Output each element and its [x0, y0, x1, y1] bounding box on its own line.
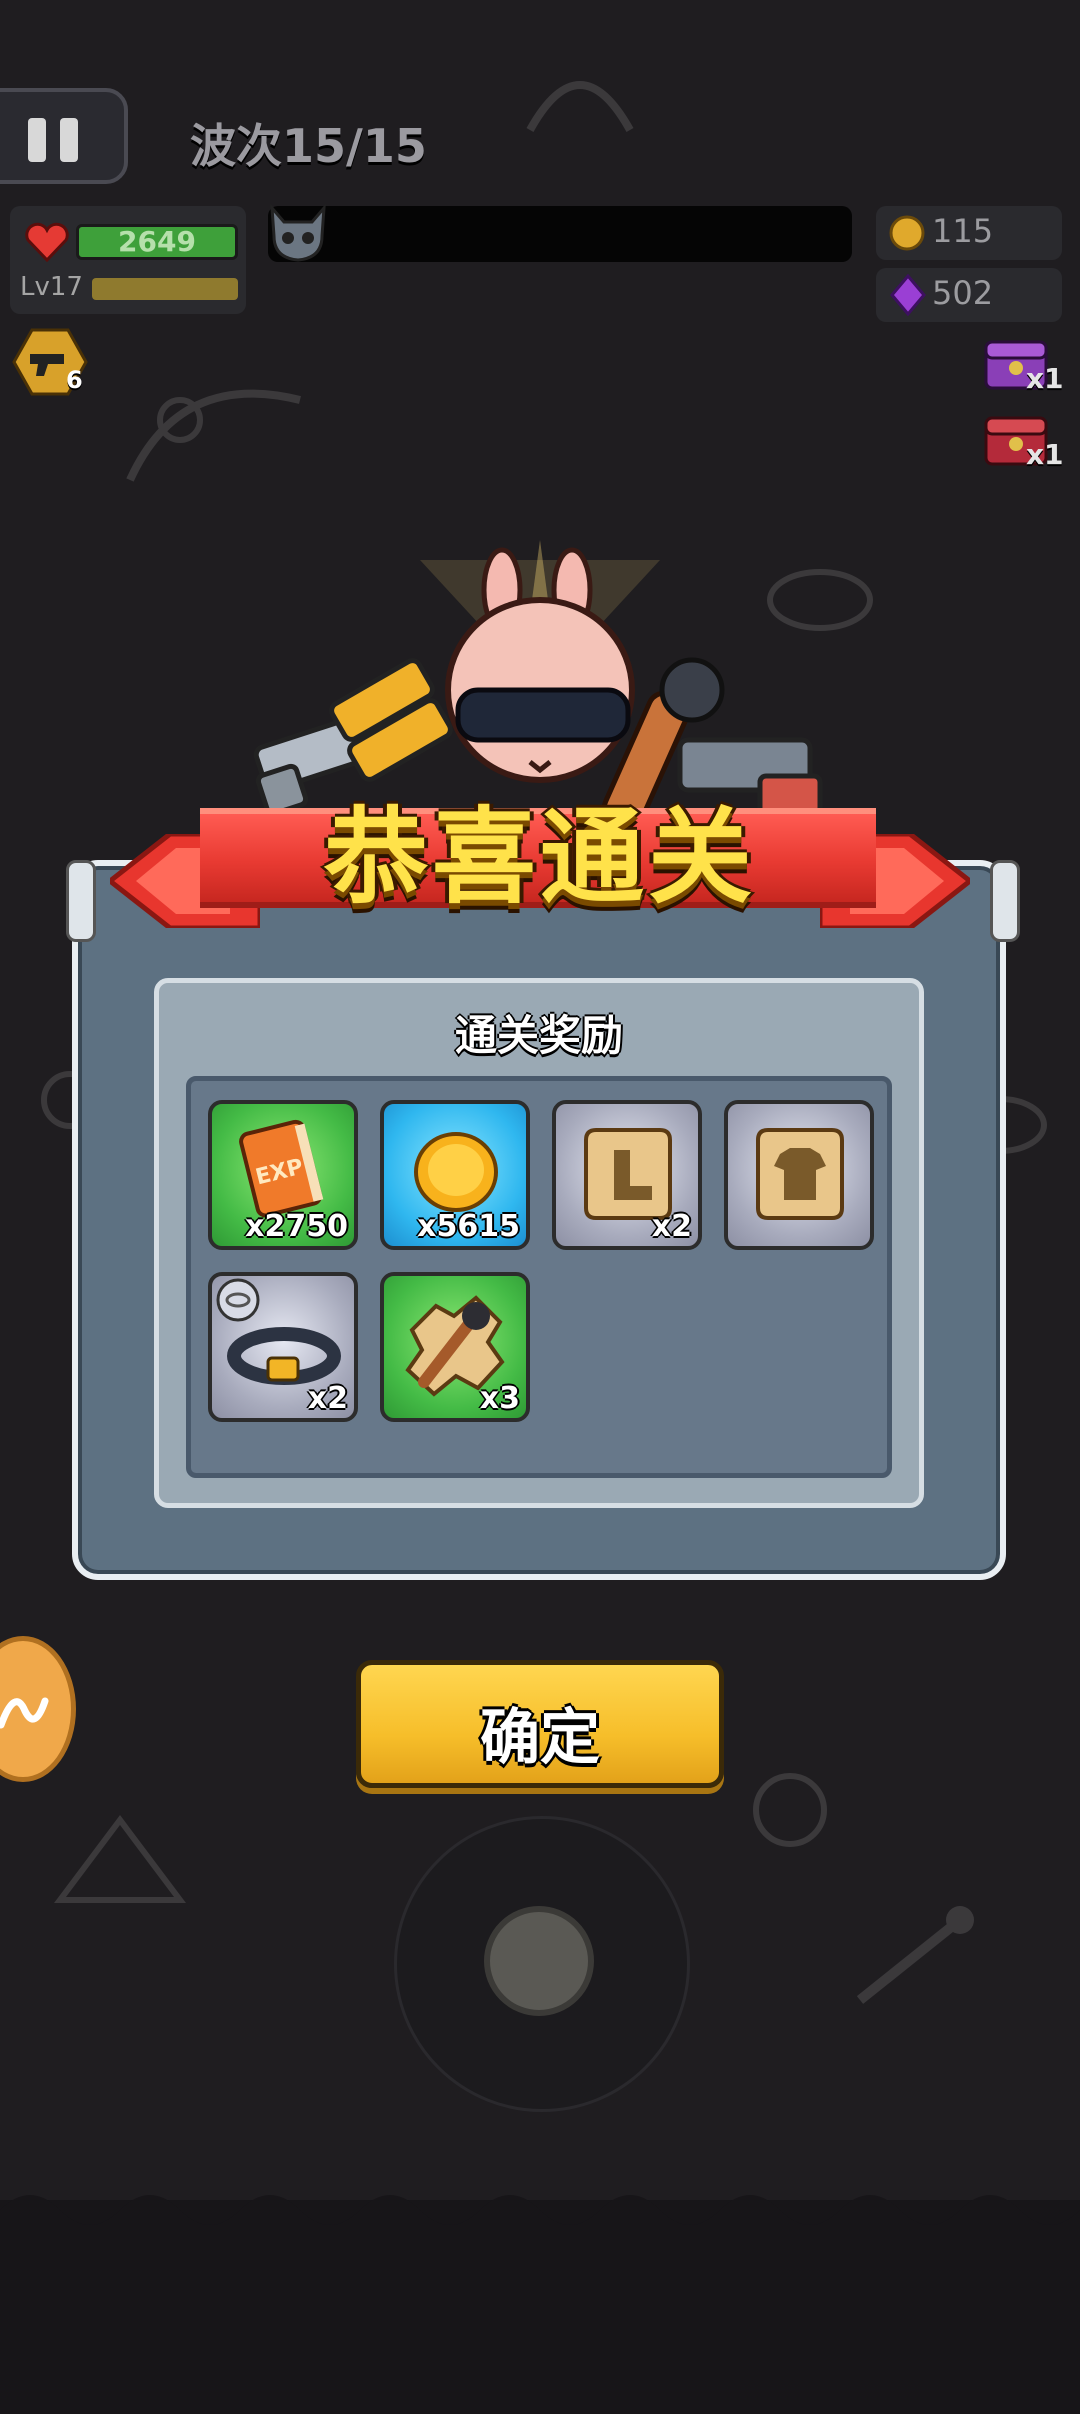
- player-level: Lv17: [20, 272, 83, 302]
- background-doodle: [526, 81, 634, 132]
- weapon-count: 6: [66, 366, 83, 394]
- gem-counter: 502: [876, 268, 1062, 322]
- pause-icon: [28, 118, 46, 162]
- chest-slot-1[interactable]: x1: [982, 336, 1064, 396]
- hp-value: 2649: [118, 225, 196, 258]
- chest-slot-2[interactable]: x1: [982, 412, 1064, 472]
- reward-count: x3: [479, 1381, 520, 1416]
- skill-icon: [0, 1697, 49, 1729]
- reward-slot-club-fragment[interactable]: x3: [380, 1272, 530, 1422]
- chest-1-count: x1: [1026, 362, 1064, 395]
- pause-button[interactable]: [0, 88, 128, 184]
- boss-health-bar: [268, 203, 852, 262]
- gold-coin-icon: [889, 215, 925, 251]
- reward-slot-boots-blueprint[interactable]: x2: [552, 1100, 702, 1250]
- xp-bar: [92, 278, 238, 300]
- ground-edge: [0, 2195, 1080, 2240]
- chest-2-count: x1: [1026, 438, 1064, 471]
- equipped-weapon-slot[interactable]: 6: [12, 328, 88, 396]
- reward-count: x2750: [245, 1209, 348, 1244]
- wave-counter: 波次15/15: [190, 119, 427, 173]
- gem-value: 502: [932, 274, 994, 312]
- gold-value: 115: [932, 212, 994, 250]
- armor-blueprint-icon: [756, 1128, 844, 1220]
- background-doodle: [54, 1815, 186, 1903]
- reward-count: x2: [307, 1381, 348, 1416]
- gold-counter: 115: [876, 206, 1062, 260]
- hp-bar: 2649: [76, 224, 238, 260]
- reward-count: x2: [651, 1209, 692, 1244]
- purple-gem-icon: [890, 274, 926, 316]
- background-doodle: [126, 389, 301, 482]
- background-doodle: [753, 1773, 827, 1847]
- side-skill-button[interactable]: [0, 1636, 76, 1782]
- rewards-title: 通关奖励: [454, 1011, 623, 1060]
- background-doodle: [856, 1906, 974, 2004]
- victory-title: 恭喜通关: [323, 796, 756, 918]
- heart-icon: [25, 222, 69, 262]
- reward-slot-armor-blueprint[interactable]: [724, 1100, 874, 1250]
- confirm-label: 确定: [480, 1703, 600, 1773]
- boss-skull-icon: [270, 203, 326, 262]
- joystick-knob[interactable]: [484, 1906, 594, 2016]
- player-stat-panel: 2649 Lv17: [10, 206, 246, 314]
- reward-slot-gold[interactable]: x5615: [380, 1100, 530, 1250]
- reward-count: x5615: [417, 1209, 520, 1244]
- confirm-button[interactable]: 确定: [356, 1660, 724, 1788]
- pause-icon-bar: [60, 118, 78, 162]
- reward-slot-exp[interactable]: EXP x2750: [208, 1100, 358, 1250]
- reward-slot-belt[interactable]: x2: [208, 1272, 358, 1422]
